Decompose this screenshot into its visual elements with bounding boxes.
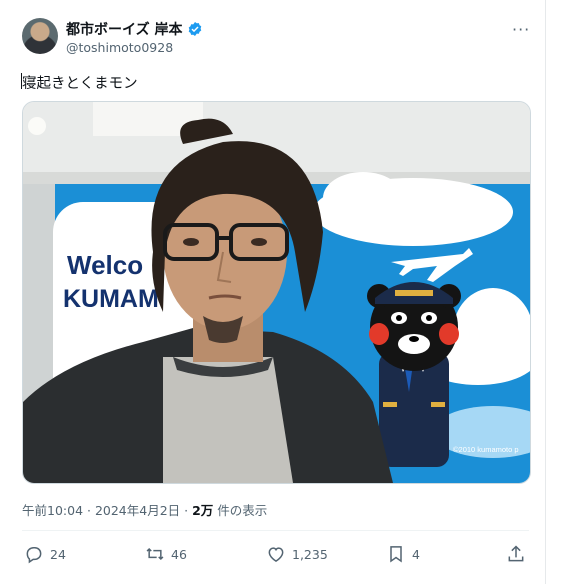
sign-kumamoto-text: KUMAM (63, 285, 159, 313)
retweet-count: 46 (171, 546, 187, 562)
bookmark-count: 4 (412, 546, 420, 562)
author-display-name[interactable]: 都市ボーイズ 岸本 (66, 19, 182, 39)
image-copyright-text: ©2010 kumamoto p (453, 445, 519, 454)
bookmark-button[interactable]: 4 (386, 544, 420, 564)
views-label: 件の表示 (217, 503, 268, 518)
like-button[interactable]: 1,235 (266, 544, 328, 564)
actions-divider (22, 530, 529, 531)
reply-button[interactable]: 24 (24, 544, 66, 564)
tweet-text: 寝起きとくまモン (22, 76, 138, 92)
heart-icon (268, 547, 284, 562)
share-icon (508, 545, 524, 562)
more-options-icon[interactable]: ··· (512, 20, 530, 39)
tweet-meta: 午前10:04 · 2024年4月2日 · 2万 件の表示 (22, 503, 268, 518)
retweet-icon (146, 547, 164, 561)
like-count: 1,235 (292, 546, 328, 562)
sign-welcome-text: Welco (67, 250, 143, 280)
tweet-photo[interactable]: Welco KUMAM ©2010 kumamoto p (22, 101, 531, 484)
reply-count: 24 (50, 546, 66, 562)
reply-icon (26, 547, 42, 564)
author-handle[interactable]: @toshimoto0928 (66, 40, 173, 55)
verified-badge-icon (189, 22, 202, 36)
panel-border (545, 0, 546, 584)
views-count: 2万 (192, 503, 214, 518)
selfie-with-kumamon-image: Welco KUMAM ©2010 kumamoto p (23, 102, 530, 483)
author-name-row: 都市ボーイズ 岸本 (66, 19, 203, 39)
retweet-button[interactable]: 46 (145, 544, 187, 564)
timestamp-link[interactable]: 午前10:04 · 2024年4月2日 (22, 503, 180, 518)
bookmark-icon (390, 546, 402, 563)
share-button[interactable] (506, 544, 526, 564)
avatar[interactable] (22, 18, 58, 54)
